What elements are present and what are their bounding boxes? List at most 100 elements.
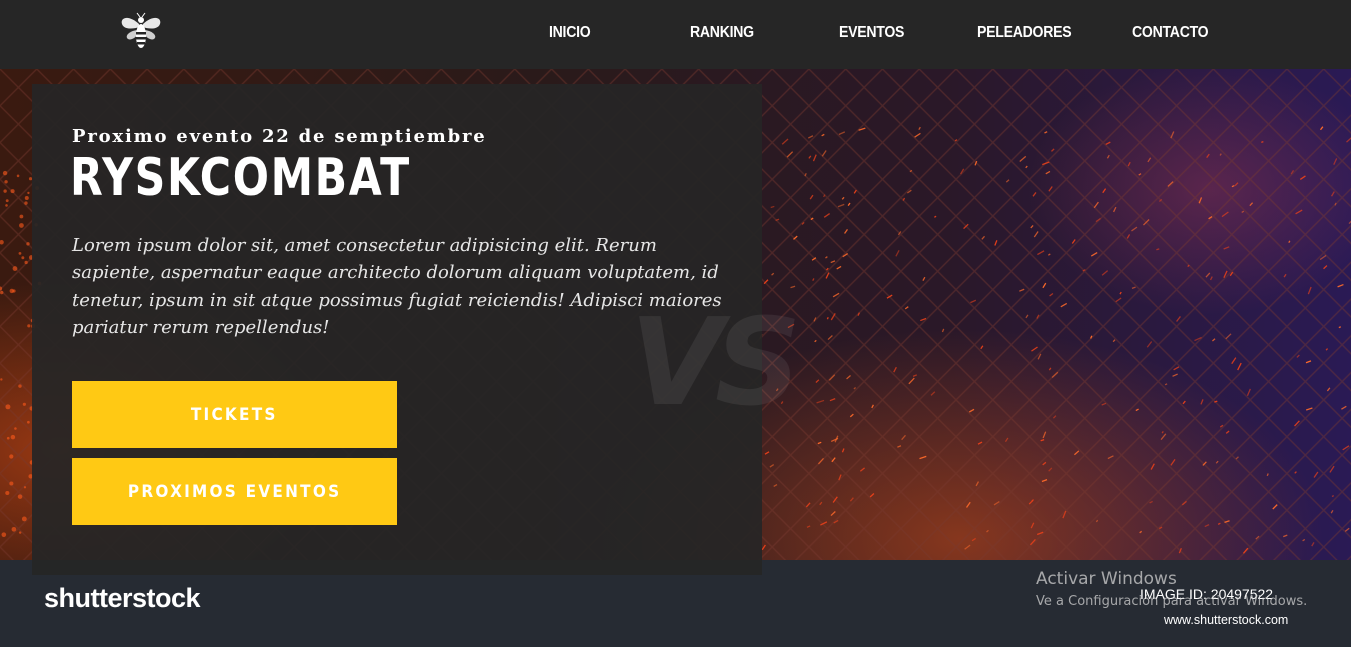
spark <box>9 481 14 486</box>
spark <box>1272 504 1278 510</box>
spark <box>1288 240 1291 244</box>
spark <box>832 292 840 298</box>
spark <box>775 218 780 222</box>
spark <box>830 260 836 264</box>
spark <box>922 276 926 281</box>
spark <box>21 256 25 260</box>
nav-inicio[interactable]: INICIO <box>549 24 591 42</box>
spark <box>1331 495 1335 498</box>
spark <box>820 521 828 526</box>
spark <box>816 399 825 404</box>
spark <box>930 391 936 396</box>
spark <box>897 445 902 448</box>
bee-icon[interactable] <box>118 12 164 52</box>
spark <box>1223 246 1230 250</box>
spark <box>1005 179 1010 183</box>
spark <box>1242 547 1249 554</box>
spark <box>2 170 8 176</box>
spark <box>807 135 814 139</box>
spark <box>19 214 24 219</box>
spark <box>1338 326 1342 329</box>
spark <box>960 168 965 175</box>
upcoming-events-button[interactable]: PROXIMOS EVENTOS <box>72 458 397 525</box>
spark <box>9 454 14 459</box>
spark <box>1051 148 1055 152</box>
spark <box>1149 500 1153 504</box>
nav-eventos[interactable]: EVENTOS <box>839 24 904 42</box>
spark <box>1219 153 1222 156</box>
spark <box>1173 366 1180 371</box>
spark <box>1095 519 1099 523</box>
spark <box>830 437 839 443</box>
spark <box>9 288 14 294</box>
spark <box>919 455 927 460</box>
spark <box>853 189 857 194</box>
spark <box>821 133 825 137</box>
spark <box>10 189 15 194</box>
spark <box>1266 473 1269 477</box>
spark <box>27 420 30 424</box>
spark <box>1147 157 1152 163</box>
spark <box>1214 400 1218 403</box>
spark <box>18 384 22 388</box>
spark <box>904 306 909 310</box>
nav-contacto[interactable]: CONTACTO <box>1132 24 1209 42</box>
spark <box>806 525 811 528</box>
nav-peleadores[interactable]: PELEADORES <box>977 24 1072 42</box>
spark <box>1294 420 1300 427</box>
spark <box>14 427 17 430</box>
spark <box>773 483 778 487</box>
spark <box>1073 450 1080 456</box>
spark <box>1042 431 1047 439</box>
spark <box>914 132 921 138</box>
spark <box>3 189 7 193</box>
spark <box>1042 161 1050 166</box>
spark <box>1051 371 1059 378</box>
spark <box>1206 153 1210 159</box>
spark <box>1105 141 1111 146</box>
spark <box>1283 534 1288 538</box>
spark <box>22 402 26 406</box>
spark <box>805 502 811 508</box>
spark <box>1060 302 1068 308</box>
spark <box>1198 197 1203 204</box>
spark <box>1156 248 1160 251</box>
spark <box>1330 191 1335 197</box>
spark <box>1325 348 1329 351</box>
spark <box>1150 463 1155 470</box>
spark <box>1135 408 1139 412</box>
spark <box>21 516 27 522</box>
spark <box>1330 509 1334 514</box>
spark <box>977 441 983 445</box>
spark <box>1208 216 1213 220</box>
spark <box>1030 522 1035 529</box>
spark <box>804 173 807 177</box>
spark <box>841 196 845 200</box>
spark <box>817 441 822 445</box>
spark <box>1032 192 1037 197</box>
spark <box>0 239 4 245</box>
spark <box>828 374 836 381</box>
spark <box>0 378 3 381</box>
spark <box>24 201 28 205</box>
spark <box>1115 297 1122 303</box>
spark <box>1082 269 1086 272</box>
spark <box>901 434 906 441</box>
spark <box>1246 388 1251 396</box>
spark <box>5 204 8 207</box>
spark <box>838 474 842 481</box>
spark <box>1146 341 1153 348</box>
nav-ranking[interactable]: RANKING <box>690 24 754 42</box>
spark <box>5 490 10 496</box>
spark <box>1037 250 1045 256</box>
spark <box>994 240 998 246</box>
spark <box>1041 479 1048 483</box>
spark <box>1112 339 1116 343</box>
spark <box>811 257 817 261</box>
spark <box>1204 524 1210 528</box>
spark <box>1200 399 1204 405</box>
spark <box>1187 264 1190 268</box>
tickets-button[interactable]: TICKETS <box>72 381 397 448</box>
spark <box>1170 459 1176 466</box>
spark <box>1182 400 1186 405</box>
